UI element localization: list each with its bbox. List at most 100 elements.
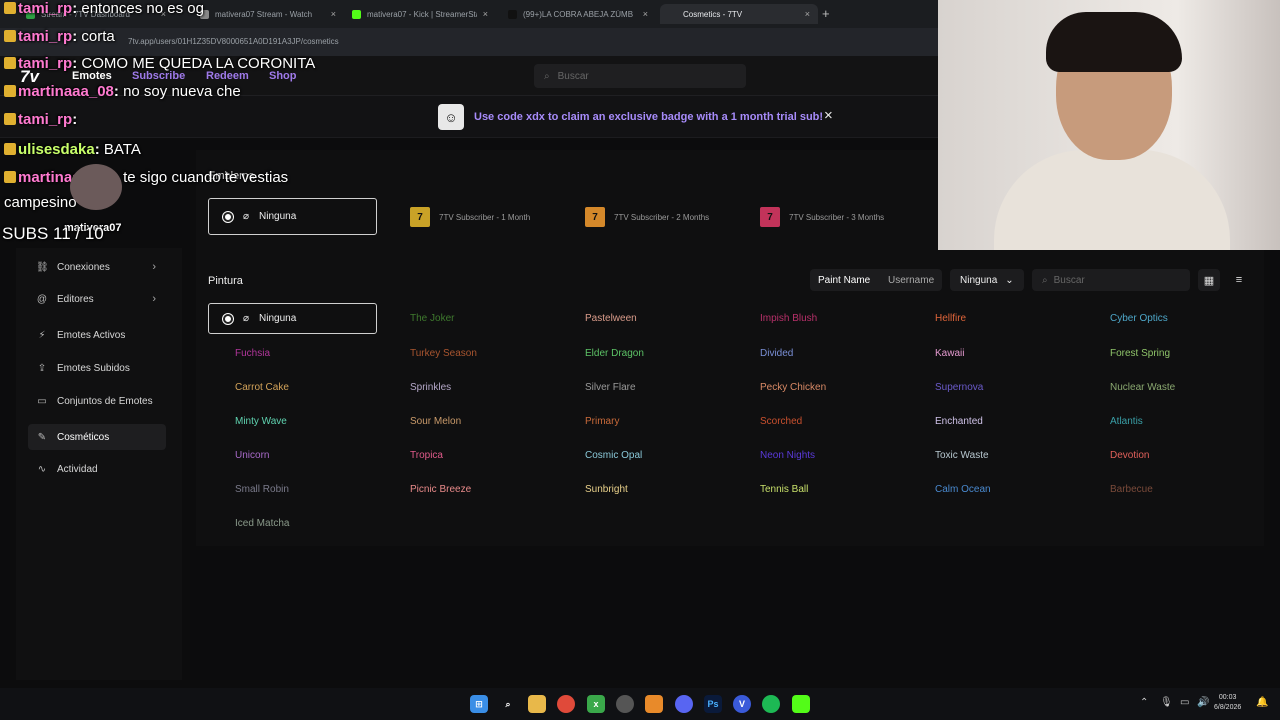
- sidebar-item-conjuntos-de-emotes[interactable]: ▭ Conjuntos de Emotes: [28, 388, 166, 414]
- paint-option[interactable]: Turkey Season: [410, 348, 477, 359]
- sidebar-item-label: Conjuntos de Emotes: [57, 395, 153, 407]
- photoshop-icon[interactable]: Ps: [704, 695, 722, 713]
- sidebar-item-label: Conexiones: [57, 261, 110, 273]
- paint-option[interactable]: Tropica: [410, 450, 443, 461]
- chat-text: COMO ME QUEDA LA CORONITA: [81, 55, 316, 72]
- close-icon[interactable]: ×: [824, 107, 833, 124]
- paint-option[interactable]: Sprinkles: [410, 382, 451, 393]
- chat-badge-icon: [4, 113, 16, 125]
- paint-option[interactable]: Iced Matcha: [235, 518, 289, 529]
- paint-option[interactable]: Sour Melon: [410, 416, 461, 427]
- paint-option[interactable]: Impish Blush: [760, 313, 817, 324]
- spotify-icon[interactable]: [762, 695, 780, 713]
- sidebar-item-actividad[interactable]: ∿ Actividad: [28, 456, 166, 482]
- paint-option[interactable]: Cyber Optics: [1110, 313, 1168, 324]
- badge-option[interactable]: 7 7TV Subscriber - 1 Month: [410, 207, 530, 227]
- notification-icon[interactable]: 🔔: [1256, 697, 1268, 708]
- paint-option-none[interactable]: ⌀ Ninguna: [208, 303, 377, 334]
- search-input[interactable]: ⌕ Buscar: [534, 64, 746, 88]
- paint-option[interactable]: Small Robin: [235, 484, 289, 495]
- discord-icon[interactable]: [675, 695, 693, 713]
- tray-chevron-icon[interactable]: ⌃: [1140, 697, 1148, 708]
- paint-option[interactable]: Atlantis: [1110, 416, 1143, 427]
- paint-search-input[interactable]: ⌕ Buscar: [1032, 269, 1190, 291]
- tab-favicon-icon: [508, 9, 517, 19]
- search-placeholder: Buscar: [557, 70, 589, 82]
- kick-icon[interactable]: [792, 695, 810, 713]
- system-clock[interactable]: 00:03 6/8/2026: [1214, 693, 1241, 713]
- paint-option[interactable]: Scorched: [760, 416, 802, 427]
- sidebar-item-label: Emotes Activos: [57, 329, 126, 341]
- file-explorer-icon[interactable]: [528, 695, 546, 713]
- link-icon: ⛓: [36, 261, 49, 273]
- paint-option[interactable]: Divided: [760, 348, 793, 359]
- paint-option[interactable]: Tennis Ball: [760, 484, 808, 495]
- mic-icon[interactable]: 🎙: [1160, 697, 1173, 708]
- volume-icon[interactable]: 🔊: [1197, 697, 1209, 708]
- paint-option[interactable]: Supernova: [935, 382, 983, 393]
- paint-option[interactable]: Sunbright: [585, 484, 628, 495]
- paint-option[interactable]: Cosmic Opal: [585, 450, 642, 461]
- paint-option[interactable]: Primary: [585, 416, 619, 427]
- paint-name-toggle[interactable]: Paint Name: [818, 275, 870, 286]
- section-title-pintura: Pintura: [208, 275, 243, 287]
- network-icon[interactable]: ▭: [1180, 697, 1189, 708]
- sidebar-item-editores[interactable]: @ Editores ›: [28, 286, 166, 312]
- paint-option[interactable]: Kawaii: [935, 348, 964, 359]
- sidebar-item-label: Emotes Subidos: [57, 362, 130, 374]
- vpn-icon[interactable]: V: [733, 695, 751, 713]
- chat-username: tami_rp: [18, 0, 73, 17]
- chat-message: campesino: [4, 194, 77, 211]
- chat-badge-icon: [4, 85, 16, 97]
- paint-option[interactable]: Pecky Chicken: [760, 382, 826, 393]
- list-view-icon[interactable]: ≡: [1228, 269, 1250, 291]
- paint-option[interactable]: Calm Ocean: [935, 484, 991, 495]
- paint-option[interactable]: Forest Spring: [1110, 348, 1170, 359]
- browser-tab[interactable]: (99+)LA COBRA ABEJA ZÚMBA ×: [500, 4, 656, 24]
- paint-option[interactable]: Barbecue: [1110, 484, 1153, 495]
- sidebar-item-conexiones[interactable]: ⛓ Conexiones ›: [28, 254, 166, 280]
- badge-option[interactable]: 7 7TV Subscriber - 2 Months: [585, 207, 709, 227]
- sidebar-item-emotes-activos[interactable]: ⚡ Emotes Activos: [28, 322, 166, 348]
- browser-tab[interactable]: Cosmetics - 7TV ×: [660, 4, 818, 24]
- paint-option[interactable]: Hellfire: [935, 313, 966, 324]
- brave-icon[interactable]: [645, 695, 663, 713]
- sidebar-item-emotes-subidos[interactable]: ⇪ Emotes Subidos: [28, 355, 166, 381]
- tab-close-icon[interactable]: ×: [483, 9, 488, 19]
- paint-option[interactable]: Carrot Cake: [235, 382, 289, 393]
- badge-option[interactable]: 7 7TV Subscriber - 3 Months: [760, 207, 884, 227]
- excel-icon[interactable]: x: [587, 695, 605, 713]
- paint-filter-dropdown[interactable]: Ninguna ⌄: [950, 269, 1024, 291]
- paint-view-toggle: Paint Name Username: [810, 269, 942, 291]
- paint-option[interactable]: Neon Nights: [760, 450, 815, 461]
- badge-label: 7TV Subscriber - 2 Months: [614, 212, 710, 222]
- search-icon: ⌕: [544, 70, 550, 82]
- chevron-right-icon: ›: [152, 293, 156, 305]
- paint-option[interactable]: Pastelween: [585, 313, 637, 324]
- paint-option[interactable]: Minty Wave: [235, 416, 287, 427]
- chat-badge-icon: [4, 57, 16, 69]
- start-icon[interactable]: ⊞: [470, 695, 488, 713]
- chat-username: ulisesdaka: [18, 141, 95, 158]
- tab-close-icon[interactable]: ×: [643, 9, 648, 19]
- search-icon[interactable]: ⌕: [499, 695, 517, 713]
- paint-option[interactable]: Fuchsia: [235, 348, 270, 359]
- paint-option[interactable]: The Joker: [410, 313, 454, 324]
- paint-option[interactable]: Picnic Breeze: [410, 484, 471, 495]
- paint-option[interactable]: Enchanted: [935, 416, 983, 427]
- chrome-icon[interactable]: [557, 695, 575, 713]
- paint-option[interactable]: Unicorn: [235, 450, 269, 461]
- obs-icon[interactable]: [616, 695, 634, 713]
- chat-username: tami_rp: [18, 28, 73, 45]
- paint-option[interactable]: Silver Flare: [585, 382, 636, 393]
- paint-option[interactable]: Nuclear Waste: [1110, 382, 1175, 393]
- grid-view-icon[interactable]: ▦: [1198, 269, 1220, 291]
- chat-badge-icon: [4, 171, 16, 183]
- paint-option[interactable]: Toxic Waste: [935, 450, 989, 461]
- sidebar-item-cosm-ticos[interactable]: ✎ Cosméticos: [28, 424, 166, 450]
- tab-close-icon[interactable]: ×: [805, 9, 810, 19]
- paint-option[interactable]: Elder Dragon: [585, 348, 644, 359]
- paint-option[interactable]: Devotion: [1110, 450, 1149, 461]
- username-toggle[interactable]: Username: [888, 275, 934, 286]
- new-tab-button[interactable]: +: [822, 6, 830, 21]
